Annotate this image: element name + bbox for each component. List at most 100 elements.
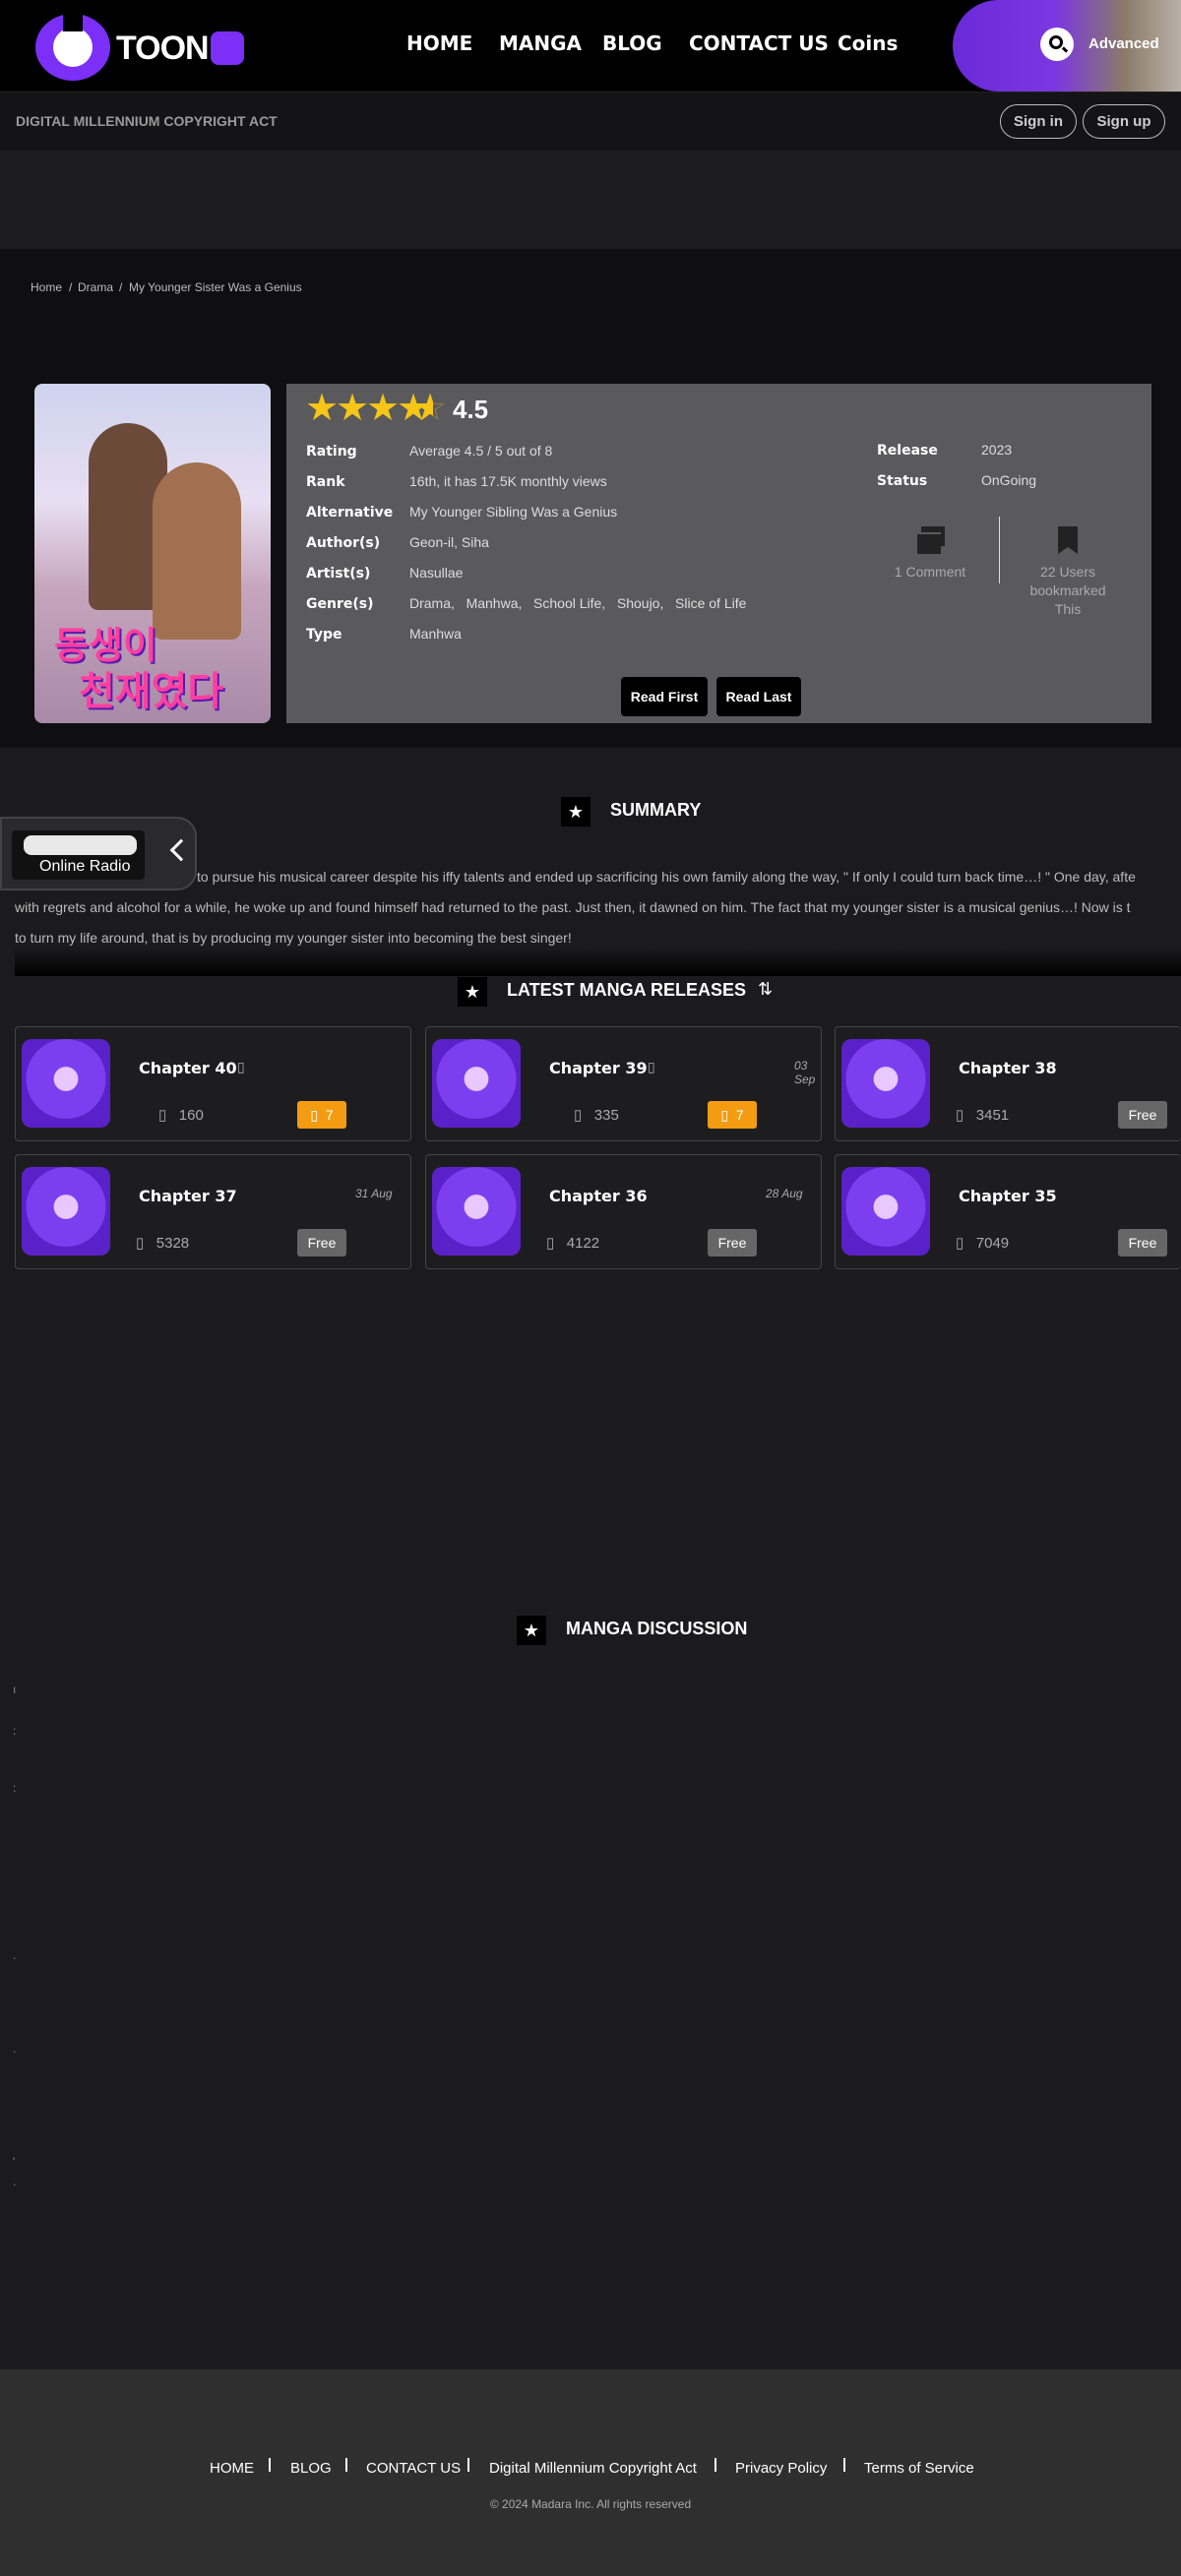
chapter-name[interactable]: Chapter 38 — [959, 1059, 1057, 1077]
sort-arrows-icon[interactable]: ⇅ — [758, 979, 773, 1000]
rating-star-icon[interactable]: ★ — [305, 389, 339, 428]
views-count: 7049 — [975, 1235, 1010, 1252]
views-count: 5328 — [155, 1235, 190, 1252]
chapter-name[interactable]: Chapter 36 — [549, 1187, 648, 1205]
sign-up-button[interactable]: Sign up — [1083, 104, 1165, 139]
genres-label: Genre(s) — [306, 596, 374, 612]
stats-divider — [999, 517, 1000, 583]
views-count: 335 — [593, 1107, 619, 1124]
site-logo[interactable]: TOON — [35, 10, 252, 83]
footer-separator — [467, 2458, 469, 2472]
views-count: 3451 — [975, 1107, 1010, 1124]
free-badge[interactable]: Free — [297, 1229, 346, 1257]
chevron-left-icon[interactable] — [169, 838, 193, 862]
chapter-card[interactable]: Chapter 40 ▯ ▯ 160 ▯ 7 — [15, 1026, 411, 1141]
rating-score: 4.5 — [453, 395, 489, 424]
footer-blog-link[interactable]: BLOG — [290, 2460, 332, 2477]
chapter-thumbnail — [22, 1039, 110, 1128]
coin-price-badge[interactable]: ▯ 7 — [708, 1101, 757, 1129]
search-icon — [1049, 35, 1063, 49]
artists-value[interactable]: Nasullae — [409, 565, 463, 581]
chapter-card[interactable]: Chapter 35 ▯ 7049 Free — [835, 1154, 1181, 1269]
coin-price: 7 — [325, 1107, 334, 1123]
rating-star-outline-icon[interactable]: ☆ — [413, 389, 447, 428]
radio-device-icon — [24, 835, 137, 855]
bookmark-count: This — [1054, 601, 1082, 617]
rank-value: 16th, it has 17.5K monthly views — [409, 473, 607, 489]
logo-text: TOON — [116, 30, 210, 67]
chapter-card[interactable]: Chapter 39 ▯ 03 Sep ▯ 335 ▯ 7 — [425, 1026, 822, 1141]
lock-icon: ▯ — [237, 1059, 245, 1074]
eye-icon: ▯ — [956, 1107, 964, 1124]
authors-label: Author(s) — [306, 535, 381, 551]
chapter-card[interactable]: Chapter 37 31 Aug ▯ 5328 Free — [15, 1154, 411, 1269]
chapter-views: ▯ 335 — [574, 1106, 619, 1124]
nav-blog[interactable]: BLOG — [602, 31, 662, 55]
rank-label: Rank — [306, 474, 345, 490]
breadcrumb-home[interactable]: Home — [31, 280, 62, 294]
chapter-name[interactable]: Chapter 39 — [549, 1059, 648, 1077]
chapter-date: 03 Sep — [794, 1059, 816, 1086]
coin-price-badge[interactable]: ▯ 7 — [297, 1101, 346, 1129]
summary-star-icon: ★ — [561, 797, 590, 827]
comments-count[interactable]: 1 Comment — [866, 564, 994, 580]
eye-icon: ▯ — [158, 1107, 167, 1124]
free-badge[interactable]: Free — [1118, 1101, 1167, 1129]
nav-coins[interactable]: Coins — [838, 31, 898, 55]
releases-star-icon: ★ — [458, 977, 487, 1007]
breadcrumb-drama[interactable]: Drama — [78, 280, 113, 294]
chapter-card[interactable]: Chapter 38 ▯ 3451 Free — [835, 1026, 1181, 1141]
nav-home[interactable]: HOME — [406, 31, 472, 55]
authors-value[interactable]: Geon-il, Siha — [409, 534, 489, 550]
free-badge[interactable]: Free — [708, 1229, 757, 1257]
rating-value: Average 4.5 / 5 out of 8 — [409, 443, 553, 459]
logo-cat-icon — [211, 31, 244, 65]
genres-value[interactable]: Drama, Manhwa, School Life, Shoujo, Slic… — [409, 595, 746, 611]
footer-privacy-link[interactable]: Privacy Policy — [735, 2460, 827, 2477]
eye-icon: ▯ — [546, 1235, 555, 1252]
discussion-star-icon: ★ — [517, 1616, 546, 1645]
chapter-card[interactable]: Chapter 36 28 Aug ▯ 4122 Free — [425, 1154, 822, 1269]
discussion-embed-fragment: ı — [13, 1683, 17, 1696]
eye-icon: ▯ — [136, 1235, 145, 1252]
summary-title: SUMMARY — [610, 800, 702, 820]
breadcrumb-separator: / — [69, 280, 73, 294]
rating-star-icon[interactable]: ★ — [366, 389, 400, 428]
footer-dmca-link[interactable]: Digital Millennium Copyright Act — [489, 2460, 697, 2477]
discussion-title: MANGA DISCUSSION — [566, 1619, 748, 1638]
type-value: Manhwa — [409, 626, 462, 642]
free-badge[interactable]: Free — [1118, 1229, 1167, 1257]
dmca-link[interactable]: DIGITAL MILLENNIUM COPYRIGHT ACT — [16, 113, 278, 129]
footer-terms-link[interactable]: Terms of Service — [864, 2460, 974, 2477]
nav-contact-us[interactable]: CONTACT US — [689, 31, 829, 55]
footer-contact-link[interactable]: CONTACT US — [366, 2460, 461, 2477]
online-radio-widget[interactable]: Online Radio — [0, 817, 197, 890]
radio-label: Online Radio — [39, 858, 131, 875]
chapter-thumbnail — [841, 1039, 930, 1128]
chapter-name[interactable]: Chapter 35 — [959, 1187, 1057, 1205]
chapter-thumbnail — [841, 1167, 930, 1256]
read-last-button[interactable]: Read Last — [716, 677, 801, 716]
status-value: OnGoing — [981, 472, 1037, 488]
views-count: 4122 — [566, 1235, 600, 1252]
search-button[interactable] — [1040, 28, 1074, 61]
section-separator — [15, 947, 1181, 976]
release-value: 2023 — [981, 442, 1013, 458]
discussion-embed-fragment: . — [13, 2042, 17, 2055]
discussion-embed-fragment: . — [13, 1948, 17, 1962]
advanced-search-link[interactable]: Advanced — [1088, 35, 1159, 52]
footer-home-link[interactable]: HOME — [210, 2460, 254, 2477]
comments-icon[interactable] — [915, 526, 945, 554]
read-first-button[interactable]: Read First — [621, 677, 708, 716]
rating-star-icon[interactable]: ★ — [336, 389, 369, 428]
sign-in-button[interactable]: Sign in — [1000, 104, 1077, 139]
manga-cover-image: 동생이 천재였다 — [34, 384, 271, 723]
status-label: Status — [877, 473, 928, 489]
chapter-name[interactable]: Chapter 37 — [139, 1187, 237, 1205]
bookmark-count: 22 Users — [1039, 564, 1096, 580]
eye-icon: ▯ — [574, 1107, 583, 1124]
footer-separator — [269, 2458, 271, 2472]
chapter-name[interactable]: Chapter 40 — [139, 1059, 237, 1077]
chapter-date: 31 Aug — [355, 1187, 393, 1200]
nav-manga[interactable]: MANGA — [499, 31, 582, 55]
